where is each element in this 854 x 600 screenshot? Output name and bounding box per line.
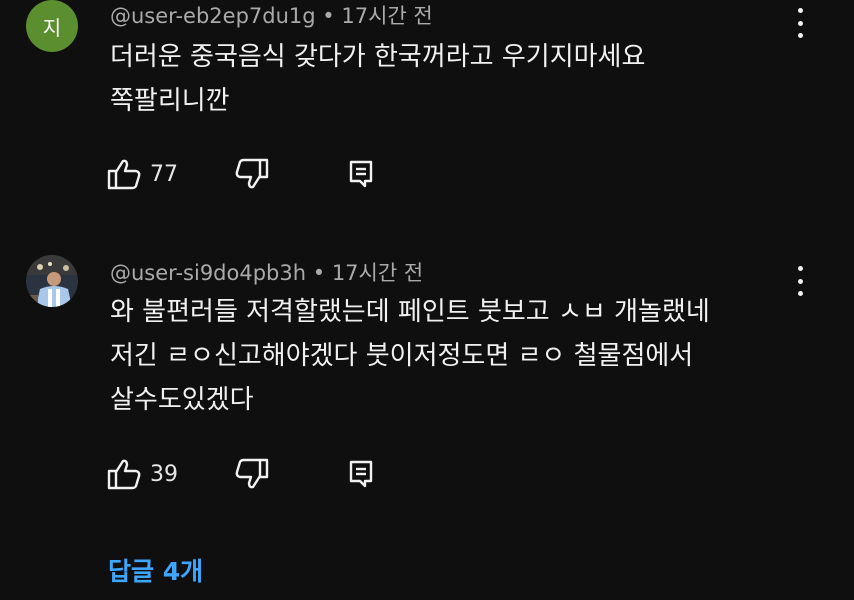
thumbs-up-icon	[106, 157, 142, 191]
reply-icon	[348, 459, 376, 489]
username[interactable]: @user-eb2ep7du1g	[110, 4, 316, 28]
thumbs-down-icon	[234, 457, 270, 491]
comment-meta: @user-eb2ep7du1g • 17시간 전	[110, 0, 433, 30]
avatar-letter: 지	[42, 15, 62, 40]
meta-separator: •	[322, 4, 335, 28]
comment-meta: @user-si9do4pb3h • 17시간 전	[110, 257, 423, 287]
more-vert-icon[interactable]	[788, 266, 812, 296]
like-button[interactable]: 39	[106, 456, 178, 492]
more-vert-icon[interactable]	[788, 8, 812, 38]
like-count: 39	[150, 461, 178, 487]
thumbs-up-icon	[106, 457, 142, 491]
avatar[interactable]: 지	[26, 0, 78, 52]
comment-line: 저긴 ㄹㅇ신고해야겠다 붓이저정도면 ㄹㅇ 철물점에서	[110, 341, 694, 371]
meta-separator: •	[312, 261, 326, 285]
reply-button[interactable]	[348, 156, 376, 192]
thumbs-down-icon	[234, 157, 270, 191]
timestamp[interactable]: 17시간 전	[341, 4, 432, 28]
reply-button[interactable]	[348, 456, 376, 492]
reply-icon	[348, 159, 376, 189]
comment-line: 살수도있겠다	[110, 385, 254, 415]
like-count: 77	[150, 161, 178, 187]
comment-text: 와 불편러들 저격할랬는데 페인트 붓보고 ㅅㅂ 개놀랬네 저긴 ㄹㅇ신고해야겠…	[110, 290, 710, 422]
like-button[interactable]: 77	[106, 156, 178, 192]
avatar[interactable]	[26, 255, 78, 307]
dislike-button[interactable]	[234, 156, 270, 192]
dislike-button[interactable]	[234, 456, 270, 492]
comment-text: 더러운 중국음식 갖다가 한국꺼라고 우기지마세요 쪽팔리니깐	[110, 35, 645, 123]
comment-line: 더러운 중국음식 갖다가 한국꺼라고 우기지마세요	[110, 42, 646, 72]
comment-line: 쪽팔리니깐	[110, 86, 230, 116]
user-photo-avatar	[26, 255, 78, 307]
username[interactable]: @user-si9do4pb3h	[110, 261, 306, 285]
view-replies-link[interactable]: 답글 4개	[108, 552, 203, 588]
timestamp[interactable]: 17시간 전	[332, 261, 423, 285]
comment-line: 와 불편러들 저격할랬는데 페인트 붓보고 ㅅㅂ 개놀랬네	[110, 297, 710, 327]
